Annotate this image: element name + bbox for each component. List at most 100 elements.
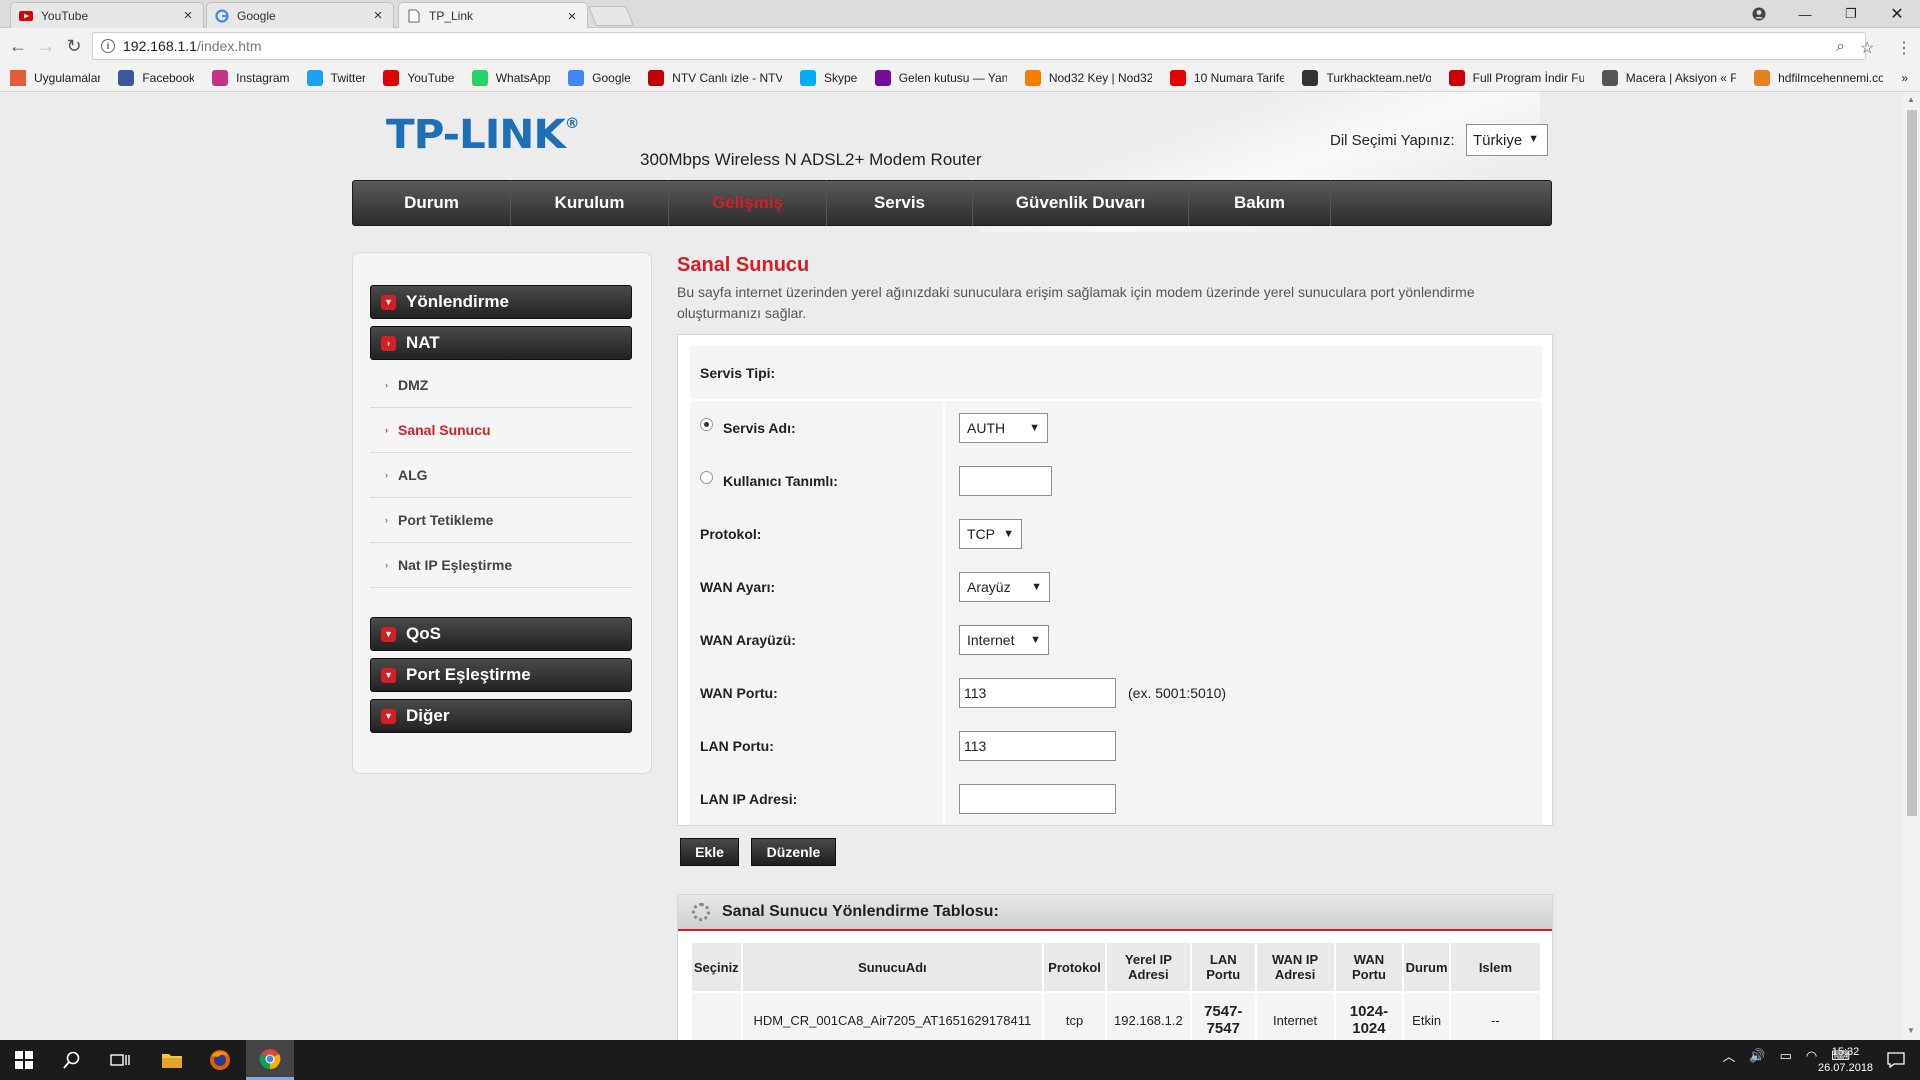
sidebar-item-nat-ip-eslestirme[interactable]: › Nat IP Eşleştirme bbox=[370, 543, 632, 588]
caret-down-icon: ▼ bbox=[1003, 527, 1014, 540]
language-select[interactable]: Türkiye ▼ bbox=[1466, 124, 1548, 156]
bookmark-item[interactable]: Turkhackteam.net/o bbox=[1302, 69, 1431, 86]
reload-button[interactable]: ↻ bbox=[62, 34, 86, 58]
minimize-button[interactable]: — bbox=[1782, 0, 1828, 28]
profile-icon[interactable] bbox=[1736, 0, 1782, 28]
sidebar-group-port-eslestirme[interactable]: ▼ Port Eşleştirme bbox=[370, 658, 632, 692]
task-view-icon[interactable] bbox=[96, 1040, 144, 1080]
chrome-icon[interactable] bbox=[246, 1040, 294, 1080]
back-button[interactable]: ← bbox=[6, 34, 30, 58]
close-icon[interactable]: × bbox=[181, 7, 195, 24]
bookmark-item[interactable]: Full Program İndir Fu bbox=[1448, 69, 1584, 86]
close-window-button[interactable]: ✕ bbox=[1874, 0, 1920, 28]
sidebar-item-port-tetikleme[interactable]: › Port Tetikleme bbox=[370, 498, 632, 543]
edit-button[interactable]: Düzenle bbox=[751, 838, 836, 866]
new-tab-button[interactable] bbox=[587, 6, 635, 26]
bookmark-item[interactable]: Facebook bbox=[118, 69, 194, 86]
bookmark-item[interactable]: Twitter bbox=[306, 69, 365, 86]
page-scrollbar[interactable]: ▲ ▼ bbox=[1903, 92, 1920, 1040]
add-button[interactable]: Ekle bbox=[680, 838, 739, 866]
url-input[interactable]: i 192.168.1.1/index.htm bbox=[92, 32, 1866, 60]
firefox-icon[interactable] bbox=[196, 1040, 244, 1080]
clock-time: 15:32 bbox=[1831, 1046, 1860, 1058]
bookmark-item[interactable]: Skype bbox=[800, 69, 857, 86]
tab-tp-link[interactable]: TP_Link × bbox=[398, 2, 588, 29]
bookmark-item[interactable]: Gelen kutusu — Yan bbox=[874, 69, 1007, 86]
wan-setting-select[interactable]: Arayüz ▼ bbox=[959, 571, 1050, 602]
tab-google[interactable]: Google × bbox=[206, 2, 394, 28]
sidebar-item-dmz[interactable]: › DMZ bbox=[370, 363, 632, 408]
scrollbar-thumb[interactable] bbox=[1907, 110, 1917, 816]
battery-icon[interactable]: ▭ bbox=[1780, 1048, 1792, 1064]
sidebar-group-yonlendirme[interactable]: ▼ Yönlendirme bbox=[370, 285, 632, 319]
search-icon[interactable] bbox=[48, 1040, 96, 1080]
table-header-row: Seçiniz SunucuAdı Protokol Yerel IP Adre… bbox=[692, 943, 1540, 991]
lan-ip-input[interactable] bbox=[959, 783, 1116, 814]
bookmark-label: Macera | Aksiyon « F bbox=[1625, 70, 1737, 85]
sidebar-group-nat[interactable]: › NAT bbox=[370, 326, 632, 360]
menu-icon[interactable]: ⋮ bbox=[1896, 38, 1912, 58]
table-row[interactable]: HDM_CR_001CA8_Air7205_AT1651629178411 tc… bbox=[692, 993, 1540, 1040]
row-service-type: Servis Tipi: bbox=[690, 346, 1542, 399]
restore-button[interactable]: ❐ bbox=[1828, 0, 1874, 28]
bookmark-star-icon[interactable]: ☆ bbox=[1860, 38, 1874, 58]
sidebar-group-diger[interactable]: ▼ Diğer bbox=[370, 699, 632, 733]
sidebar-item-label: Nat IP Eşleştirme bbox=[398, 557, 513, 573]
scroll-up-icon[interactable]: ▲ bbox=[1907, 95, 1915, 104]
scroll-down-icon[interactable]: ▼ bbox=[1907, 1026, 1915, 1035]
user-defined-radio[interactable] bbox=[700, 471, 713, 484]
file-explorer-icon[interactable] bbox=[148, 1040, 196, 1080]
close-icon[interactable]: × bbox=[371, 7, 385, 24]
volume-icon[interactable]: 🔊 bbox=[1749, 1048, 1765, 1064]
chevron-up-icon[interactable]: ︿ bbox=[1722, 1046, 1735, 1065]
wan-port-cell: 113 (ex. 5001:5010) bbox=[945, 666, 1542, 719]
language-value: Türkiye bbox=[1473, 131, 1523, 149]
nav-item[interactable]: Durum bbox=[353, 180, 511, 226]
wifi-icon[interactable]: ◠ bbox=[1806, 1048, 1817, 1064]
table-title: Sanal Sunucu Yönlendirme Tablosu: bbox=[722, 903, 999, 920]
info-icon[interactable]: i bbox=[101, 39, 115, 53]
bookmark-item[interactable]: Nod32 Key | Nod32 bbox=[1024, 69, 1152, 86]
bookmark-item[interactable]: NTV Canlı izle - NTV bbox=[648, 69, 782, 86]
bookmark-item[interactable]: hdfilmcehennemi.co bbox=[1754, 69, 1884, 86]
service-name-select[interactable]: AUTH ▼ bbox=[959, 412, 1048, 443]
bookmark-item[interactable]: Instagram bbox=[212, 69, 289, 86]
forward-button[interactable]: → bbox=[34, 34, 58, 58]
nav-item[interactable]: Güvenlik Duvarı bbox=[973, 180, 1189, 226]
cell-select[interactable] bbox=[692, 993, 741, 1040]
tab-youtube[interactable]: YouTube × bbox=[10, 2, 204, 28]
url-host: 192.168.1.1 bbox=[123, 38, 197, 54]
sidebar-item-alg[interactable]: › ALG bbox=[370, 453, 632, 498]
lan-port-input[interactable]: 113 bbox=[959, 730, 1116, 761]
bookmark-item[interactable]: YouTube bbox=[383, 69, 454, 86]
wan-interface-value: Internet bbox=[967, 631, 1015, 648]
sidebar: ▼ Yönlendirme › NAT › DMZ › Sanal Sunucu… bbox=[352, 252, 652, 774]
nav-item[interactable]: Servis bbox=[827, 180, 973, 226]
nav-item[interactable]: Gelişmiş bbox=[669, 180, 827, 226]
close-icon[interactable]: × bbox=[565, 8, 579, 25]
sidebar-item-sanal-sunucu[interactable]: › Sanal Sunucu bbox=[370, 408, 632, 453]
bookmark-item[interactable]: Macera | Aksiyon « F bbox=[1601, 69, 1737, 86]
notification-icon[interactable] bbox=[1872, 1040, 1920, 1080]
user-defined-input[interactable] bbox=[959, 465, 1052, 496]
nav-item[interactable]: Bakım bbox=[1189, 180, 1331, 226]
bookmarks-overflow-icon[interactable]: » bbox=[1901, 71, 1908, 85]
page-title: Sanal Sunucu bbox=[677, 254, 810, 276]
bookmark-item[interactable]: WhatsApp bbox=[471, 69, 550, 86]
bookmark-label: hdfilmcehennemi.co bbox=[1778, 70, 1884, 85]
windows-start-icon[interactable] bbox=[0, 1040, 48, 1080]
bookmark-item[interactable]: 10 Numara Tarife bbox=[1169, 69, 1284, 86]
browser-tab-strip: YouTube × Google × TP_Link × — ❐ ✕ bbox=[0, 0, 1920, 29]
wan-port-input[interactable]: 113 bbox=[959, 677, 1116, 708]
wan-interface-select[interactable]: Internet ▼ bbox=[959, 624, 1049, 655]
col-server-name: SunucuAdı bbox=[742, 943, 1043, 991]
sidebar-group-qos[interactable]: ▼ QoS bbox=[370, 617, 632, 651]
clock[interactable]: 15:32 26.07.2018 bbox=[1818, 1044, 1873, 1076]
bookmark-item[interactable]: Uygulamalar bbox=[10, 69, 100, 86]
service-name-radio[interactable] bbox=[700, 418, 713, 431]
cell-wan-ip: Internet bbox=[1256, 993, 1334, 1040]
nav-item[interactable]: Kurulum bbox=[511, 180, 669, 226]
bookmark-item[interactable]: Google bbox=[568, 69, 630, 86]
protocol-select[interactable]: TCP ▼ bbox=[959, 518, 1022, 549]
zoom-icon[interactable]: ⌕ bbox=[1836, 38, 1845, 56]
